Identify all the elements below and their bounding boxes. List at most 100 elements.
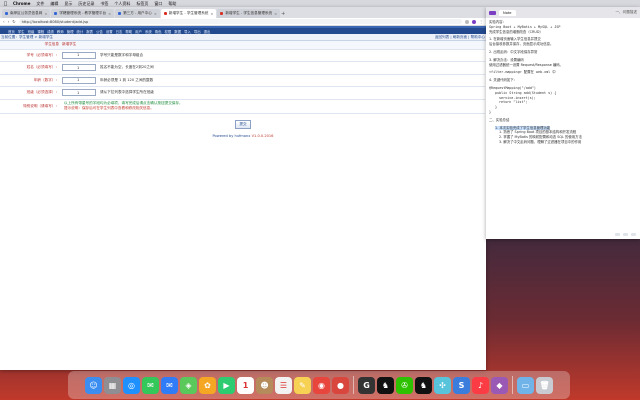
app-qq2-icon[interactable]: ♞	[415, 376, 432, 394]
notes-tab[interactable]: Note	[499, 9, 516, 16]
nav-item[interactable]: 公告	[96, 29, 103, 34]
close-icon[interactable]: ×	[44, 12, 47, 16]
tab-label: 第三方 - 用户中心	[123, 11, 152, 15]
nav-item[interactable]: 设置	[106, 29, 113, 34]
menu-item[interactable]: Chrome	[13, 1, 30, 6]
menu-item[interactable]: 历史记录	[78, 1, 94, 7]
url-input[interactable]: http://localhost:8080/student/add.jsp	[18, 19, 462, 24]
notes-footer	[615, 233, 636, 236]
browser-tab[interactable]: 第三方 - 用户中心 ×	[115, 9, 160, 18]
footer-control-icon[interactable]	[631, 233, 636, 236]
close-icon[interactable]: ×	[154, 12, 157, 16]
browser-window: 南岸区公务员信息网 × 学籍管理系统 - 教学管理平台 × 第三方 - 用户中心 × 新增学…	[0, 7, 486, 370]
nav-item[interactable]: 课程	[37, 29, 44, 34]
field-cell: 1	[62, 74, 99, 87]
field-input[interactable]: 1	[62, 51, 96, 59]
wechat-icon[interactable]: ✇	[396, 376, 413, 394]
extension-icon[interactable]	[465, 19, 469, 24]
mail-icon[interactable]: ✉	[161, 376, 178, 394]
nav-item[interactable]: 统计	[76, 29, 83, 34]
app-grid-icon[interactable]: ✣	[434, 376, 451, 394]
reminders-icon[interactable]: ☰	[275, 376, 292, 394]
maps-icon[interactable]: ◈	[180, 376, 197, 394]
remark-label: 特别说明（请填写）：	[0, 99, 62, 114]
profile-avatar[interactable]	[472, 19, 476, 24]
notes-body[interactable]: 实验内容： Spring Boot + MyBatis + MySQL + JSP…	[486, 18, 640, 147]
nav-item[interactable]: 退出	[204, 29, 211, 34]
reload-icon[interactable]: ↻	[12, 19, 15, 24]
menu-item[interactable]: 标签页	[136, 1, 148, 7]
field-hint: 请从下拉列表中选择学生所在班级	[99, 86, 485, 100]
close-icon[interactable]: ×	[108, 12, 111, 16]
nav-item[interactable]: 教师	[57, 29, 64, 34]
menu-item[interactable]: 窗口	[154, 1, 162, 7]
menu-item[interactable]: 显示	[64, 1, 72, 7]
nav-item[interactable]: 导出	[194, 29, 201, 34]
apple-icon[interactable]: 	[4, 1, 7, 7]
menu-item[interactable]: 编辑	[50, 1, 58, 7]
nav-item[interactable]: 首页	[8, 29, 15, 34]
launchpad-icon[interactable]: ▦	[104, 376, 121, 394]
back-icon[interactable]: ‹	[3, 19, 5, 24]
breadcrumb: 当前位置：学生管理 > 新增学生 返回列表 | 刷新页面 | 帮助中心	[0, 34, 486, 41]
facetime-icon[interactable]: ▶	[218, 376, 235, 394]
nav-item[interactable]: 成绩	[47, 29, 54, 34]
field-input[interactable]: 1	[62, 64, 96, 72]
nav-item[interactable]: 数据	[174, 29, 181, 34]
menu-item[interactable]: 个人资料	[114, 1, 130, 7]
footer-control-icon[interactable]	[615, 233, 620, 236]
safari-icon[interactable]: ◎	[123, 376, 140, 394]
menu-item[interactable]: 文件	[36, 1, 44, 7]
browser-tab[interactable]: 新增学生 - 学生信息管理系统 ×	[217, 9, 281, 18]
app-g-icon[interactable]: G	[358, 376, 375, 394]
nav-item[interactable]: 管理	[67, 29, 74, 34]
app-purple-icon[interactable]: ◆	[491, 376, 508, 394]
form-header-row: 学生信息 新增学生	[0, 41, 485, 50]
browser-tab[interactable]: 南岸区公务员信息网 ×	[2, 9, 51, 18]
app-blue-icon[interactable]: S	[453, 376, 470, 394]
chrome-icon[interactable]: ◉	[313, 376, 330, 394]
menu-item[interactable]: 书签	[100, 1, 108, 7]
nav-item[interactable]: 报表	[86, 29, 93, 34]
field-input[interactable]: 1	[62, 76, 96, 84]
nav-item[interactable]: 班级	[28, 29, 35, 34]
nav-item[interactable]: 帮助	[125, 29, 132, 34]
footer-control-icon[interactable]	[623, 233, 628, 236]
contacts-icon[interactable]: ☻	[256, 376, 273, 394]
nav-item[interactable]: 用户	[135, 29, 142, 34]
finder-icon[interactable]: ☺	[85, 376, 102, 394]
dock: ☺ ▦ ◎ ✉ ✉ ◈ ✿ ▶ 1 ☻ ☰ ✎ ◉ ● G ♞ ✇ ♞ ✣ S ♪ ◆ ▭ 🗑	[68, 371, 570, 399]
breadcrumb-links[interactable]: 返回列表 | 刷新页面 | 帮助中心	[435, 35, 485, 40]
forward-icon[interactable]: ›	[8, 19, 10, 24]
nav-item[interactable]: 权限	[165, 29, 172, 34]
browser-tab[interactable]: 新增学生 - 学生管理系统 ×	[160, 9, 217, 18]
field-input[interactable]: 1	[62, 89, 96, 97]
nav-item[interactable]: 导入	[184, 29, 191, 34]
browser-tab[interactable]: 学籍管理系统 - 教学管理平台 ×	[51, 9, 115, 18]
close-icon[interactable]: ×	[210, 12, 213, 16]
new-tab-icon[interactable]: +	[281, 9, 287, 18]
notes-title: 一、问题描述	[615, 10, 637, 14]
notes-tab-bar: Note 一、问题描述	[486, 7, 640, 18]
menu-icon[interactable]: ⋮	[479, 19, 483, 24]
nav-item[interactable]: 系统	[145, 29, 152, 34]
messages-icon[interactable]: ✉	[142, 376, 159, 394]
nav-item[interactable]: 日志	[116, 29, 123, 34]
folder-icon[interactable]: ▭	[517, 376, 534, 394]
photos-icon[interactable]: ✿	[199, 376, 216, 394]
submit-button[interactable]: 提交	[235, 120, 251, 129]
music-icon[interactable]: ♪	[472, 376, 489, 394]
menu-item[interactable]: 帮助	[168, 1, 176, 7]
calendar-icon[interactable]: 1	[237, 376, 254, 394]
close-icon[interactable]: ×	[274, 12, 277, 16]
app-red-icon[interactable]: ●	[332, 376, 349, 394]
notes-icon[interactable]: ✎	[294, 376, 311, 394]
field-hint: 年龄必须是 1 到 120 之间的整数	[99, 74, 485, 87]
field-hint: 学号只能是数字和字母组合	[99, 49, 485, 62]
qq-icon[interactable]: ♞	[377, 376, 394, 394]
nav-item[interactable]: 角色	[155, 29, 162, 34]
nav-item[interactable]: 学生	[18, 29, 25, 34]
trash-icon[interactable]: 🗑	[536, 376, 553, 394]
notes-window: Note 一、问题描述 实验内容： Spring Boot + MyBatis +…	[486, 7, 640, 239]
tab-label: 学籍管理系统 - 教学管理平台	[59, 11, 107, 15]
